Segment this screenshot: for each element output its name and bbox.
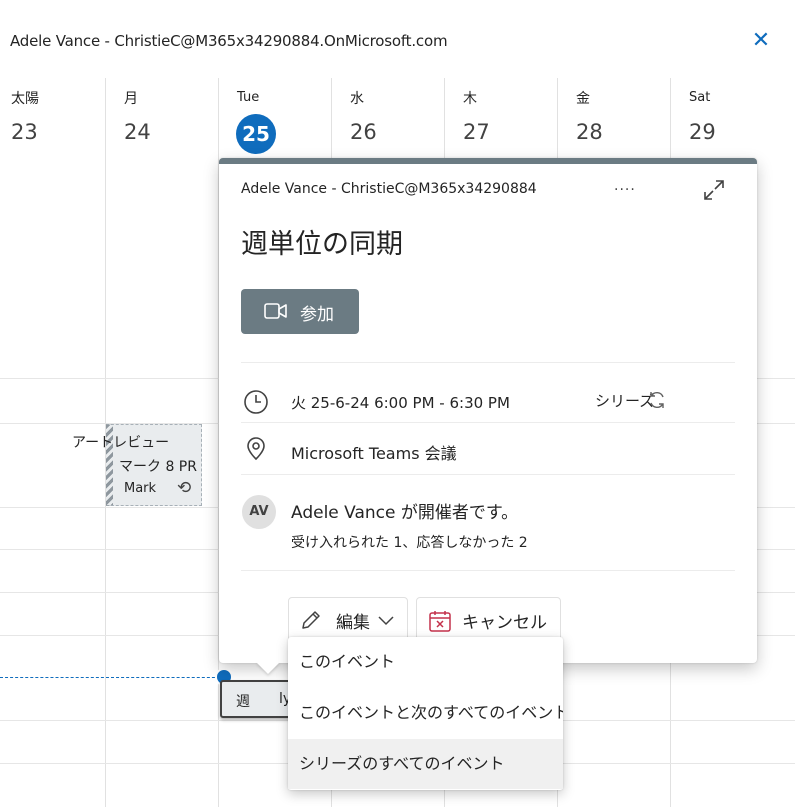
today-date-badge[interactable]: 25 [236, 114, 276, 154]
popup-calendar-owner: Adele Vance - ChristieC@M365x34290884 [241, 181, 537, 197]
day-number: 27 [463, 120, 490, 144]
event-organizer: Mark [124, 481, 157, 496]
day-number: 26 [350, 120, 377, 144]
day-name: 木 [463, 91, 477, 107]
edit-button[interactable]: 編集 [288, 597, 408, 642]
menu-item-this-and-following[interactable]: このイベントと次のすべてのイベント [288, 688, 563, 738]
pencil-icon [302, 611, 320, 629]
menu-item-this-event[interactable]: このイベント [288, 637, 563, 687]
day-name: 月 [124, 91, 138, 107]
event-subtitle: マーク 8 PR [119, 459, 197, 475]
day-number: 29 [689, 120, 716, 144]
close-icon[interactable]: ✕ [750, 30, 772, 52]
event-datetime: 火 25-6-24 6:00 PM - 6:30 PM [291, 394, 510, 412]
day-name: 水 [350, 91, 364, 107]
divider [241, 362, 735, 363]
event-location: Microsoft Teams 会議 [291, 444, 457, 463]
day-number: 24 [124, 120, 151, 144]
chevron-down-icon [378, 616, 394, 626]
expand-icon[interactable] [702, 178, 726, 202]
day-number: 28 [576, 120, 603, 144]
organizer-text: Adele Vance が開催者です。 [291, 503, 519, 523]
event-details-popup: Adele Vance - ChristieC@M365x34290884 ..… [219, 158, 757, 663]
series-label: シリーズ [595, 392, 655, 410]
day-name: 金 [576, 91, 590, 107]
current-time-line [0, 677, 225, 678]
popup-pointer [256, 662, 280, 674]
attendee-responses[interactable]: 受け入れられた 1、応答しなかった 2 [291, 532, 528, 552]
repeat-icon: ⟲ [177, 478, 192, 498]
day-number: 23 [11, 120, 38, 144]
avatar[interactable]: AV [242, 495, 276, 529]
menu-item-all-in-series[interactable]: シリーズのすべてのイベント [288, 739, 563, 789]
location-pin-icon [247, 437, 265, 461]
edit-dropdown-menu: このイベント このイベントと次のすべてのイベント シリーズのすべてのイベント [288, 637, 563, 790]
divider [241, 570, 735, 571]
clock-icon [244, 390, 268, 414]
cancel-label: キャンセル [462, 613, 547, 633]
join-label: 参加 [300, 305, 334, 325]
window-title: Adele Vance - ChristieC@M365x34290884.On… [10, 32, 448, 50]
day-name: 太陽 [11, 91, 39, 107]
more-options-button[interactable]: .... [614, 178, 636, 194]
repeat-icon [650, 391, 664, 409]
event-title: 週単位の同期 [241, 229, 403, 260]
edit-label: 編集 [336, 613, 370, 633]
divider [241, 422, 735, 423]
cancel-event-button[interactable]: キャンセル [416, 597, 561, 642]
calendar-cancel-icon [429, 611, 451, 632]
event-title-part: 週 [236, 694, 250, 710]
video-camera-icon [264, 303, 287, 319]
event-title: アートレビュー [72, 435, 170, 451]
day-name: Tue [237, 90, 260, 105]
divider [241, 474, 735, 475]
day-name: Sat [689, 90, 711, 105]
join-button[interactable]: 参加 [241, 289, 359, 334]
